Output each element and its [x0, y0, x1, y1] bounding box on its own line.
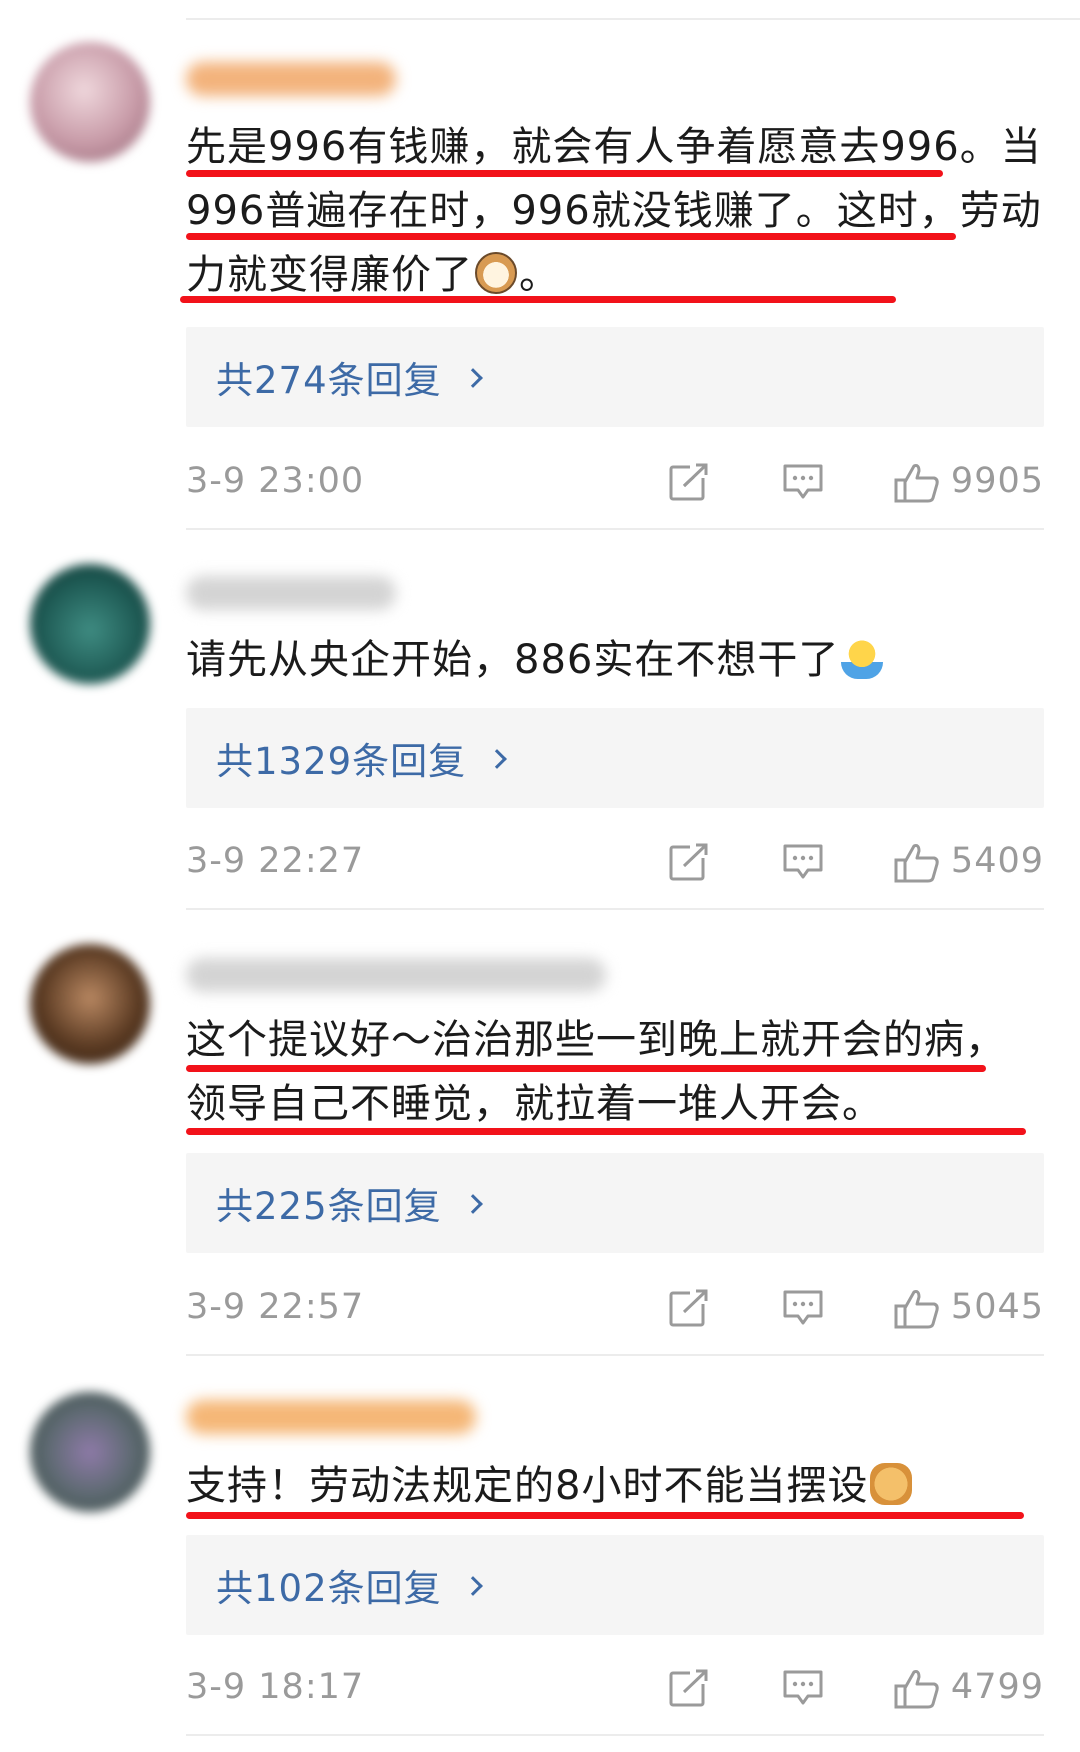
- thumbs-up-icon[interactable]: [894, 462, 939, 503]
- thumbs-up-icon[interactable]: [894, 1288, 939, 1329]
- highlight-underline: [186, 233, 956, 240]
- divider: [186, 1734, 1044, 1736]
- view-replies-button[interactable]: 共102条回复: [186, 1535, 1044, 1635]
- view-replies-button[interactable]: 共225条回复: [186, 1153, 1044, 1253]
- shrug-emoji: [841, 637, 884, 679]
- comment-text-body: 这个提议好～治治那些一到晚上就开会的病，领导自己不睡觉，就拉着一堆人开会。: [186, 1017, 1006, 1127]
- fist-emoji: [870, 1463, 913, 1505]
- divider: [186, 528, 1044, 530]
- username[interactable]: [186, 576, 396, 610]
- divider: [186, 1354, 1044, 1356]
- comment-text: 先是996有钱赚，就会有人争着愿意去996。当996普遍存在时，996就没钱赚了…: [186, 115, 1046, 307]
- highlight-underline: [186, 1512, 1024, 1519]
- chevron-right-icon: [487, 749, 508, 769]
- divider: [186, 18, 1080, 20]
- username[interactable]: [186, 1400, 476, 1434]
- divider: [186, 908, 1044, 910]
- comment-icon[interactable]: [782, 842, 824, 882]
- comment-icon[interactable]: [782, 1668, 824, 1708]
- view-replies-button[interactable]: 共1329条回复: [186, 708, 1044, 808]
- share-icon[interactable]: [668, 1288, 710, 1328]
- like-count: 5045: [950, 1287, 1044, 1327]
- replies-count: 共1329条回复: [216, 740, 467, 783]
- highlight-underline: [186, 1128, 1026, 1135]
- share-icon[interactable]: [668, 842, 710, 882]
- share-icon[interactable]: [668, 1668, 710, 1708]
- comment-text: 请先从央企开始，886实在不想干了: [186, 628, 1046, 692]
- thumbs-up-icon[interactable]: [894, 1668, 939, 1709]
- thumbs-up-icon[interactable]: [894, 842, 939, 883]
- comment-text-body: 先是996有钱赚，就会有人争着愿意去996。当996普遍存在时，996就没钱赚了…: [186, 124, 1042, 298]
- avatar[interactable]: [30, 42, 150, 162]
- cat-face-emoji: [475, 252, 517, 294]
- chevron-right-icon: [462, 1194, 483, 1214]
- comment-meta: 3-9 18:17 4799: [186, 1662, 1044, 1712]
- comment-text: 这个提议好～治治那些一到晚上就开会的病，领导自己不睡觉，就拉着一堆人开会。: [186, 1008, 1036, 1136]
- username[interactable]: [186, 62, 396, 96]
- comment-text-tail: 。: [519, 252, 560, 298]
- replies-count: 共225条回复: [216, 1185, 442, 1228]
- comment-text-body: 请先从央企开始，886实在不想干了: [186, 637, 840, 683]
- like-count: 5409: [950, 841, 1044, 881]
- avatar[interactable]: [30, 944, 150, 1064]
- avatar[interactable]: [30, 1392, 150, 1512]
- timestamp: 3-9 18:17: [186, 1667, 365, 1707]
- comment-meta: 3-9 22:27 5409: [186, 836, 1044, 886]
- comment-text: 支持！劳动法规定的8小时不能当摆设: [186, 1454, 1046, 1518]
- share-icon[interactable]: [668, 462, 710, 502]
- like-count: 4799: [950, 1667, 1044, 1707]
- replies-count: 共102条回复: [216, 1567, 442, 1610]
- timestamp: 3-9 22:57: [186, 1287, 365, 1327]
- highlight-underline: [186, 170, 943, 177]
- highlight-underline: [180, 296, 896, 303]
- highlight-underline: [186, 1065, 986, 1072]
- replies-count: 共274条回复: [216, 359, 442, 402]
- like-count: 9905: [950, 461, 1044, 501]
- comment-text-body: 支持！劳动法规定的8小时不能当摆设: [186, 1463, 869, 1509]
- comment-icon[interactable]: [782, 462, 824, 502]
- chevron-right-icon: [462, 1576, 483, 1596]
- timestamp: 3-9 22:27: [186, 841, 365, 881]
- timestamp: 3-9 23:00: [186, 461, 365, 501]
- view-replies-button[interactable]: 共274条回复: [186, 327, 1044, 427]
- comment-meta: 3-9 22:57 5045: [186, 1282, 1044, 1332]
- comment-feed: 先是996有钱赚，就会有人争着愿意去996。当996普遍存在时，996就没钱赚了…: [0, 0, 1080, 1752]
- avatar[interactable]: [30, 564, 150, 684]
- comment-icon[interactable]: [782, 1288, 824, 1328]
- chevron-right-icon: [462, 368, 483, 388]
- username[interactable]: [186, 958, 606, 992]
- comment-meta: 3-9 23:00 9905: [186, 456, 1044, 506]
